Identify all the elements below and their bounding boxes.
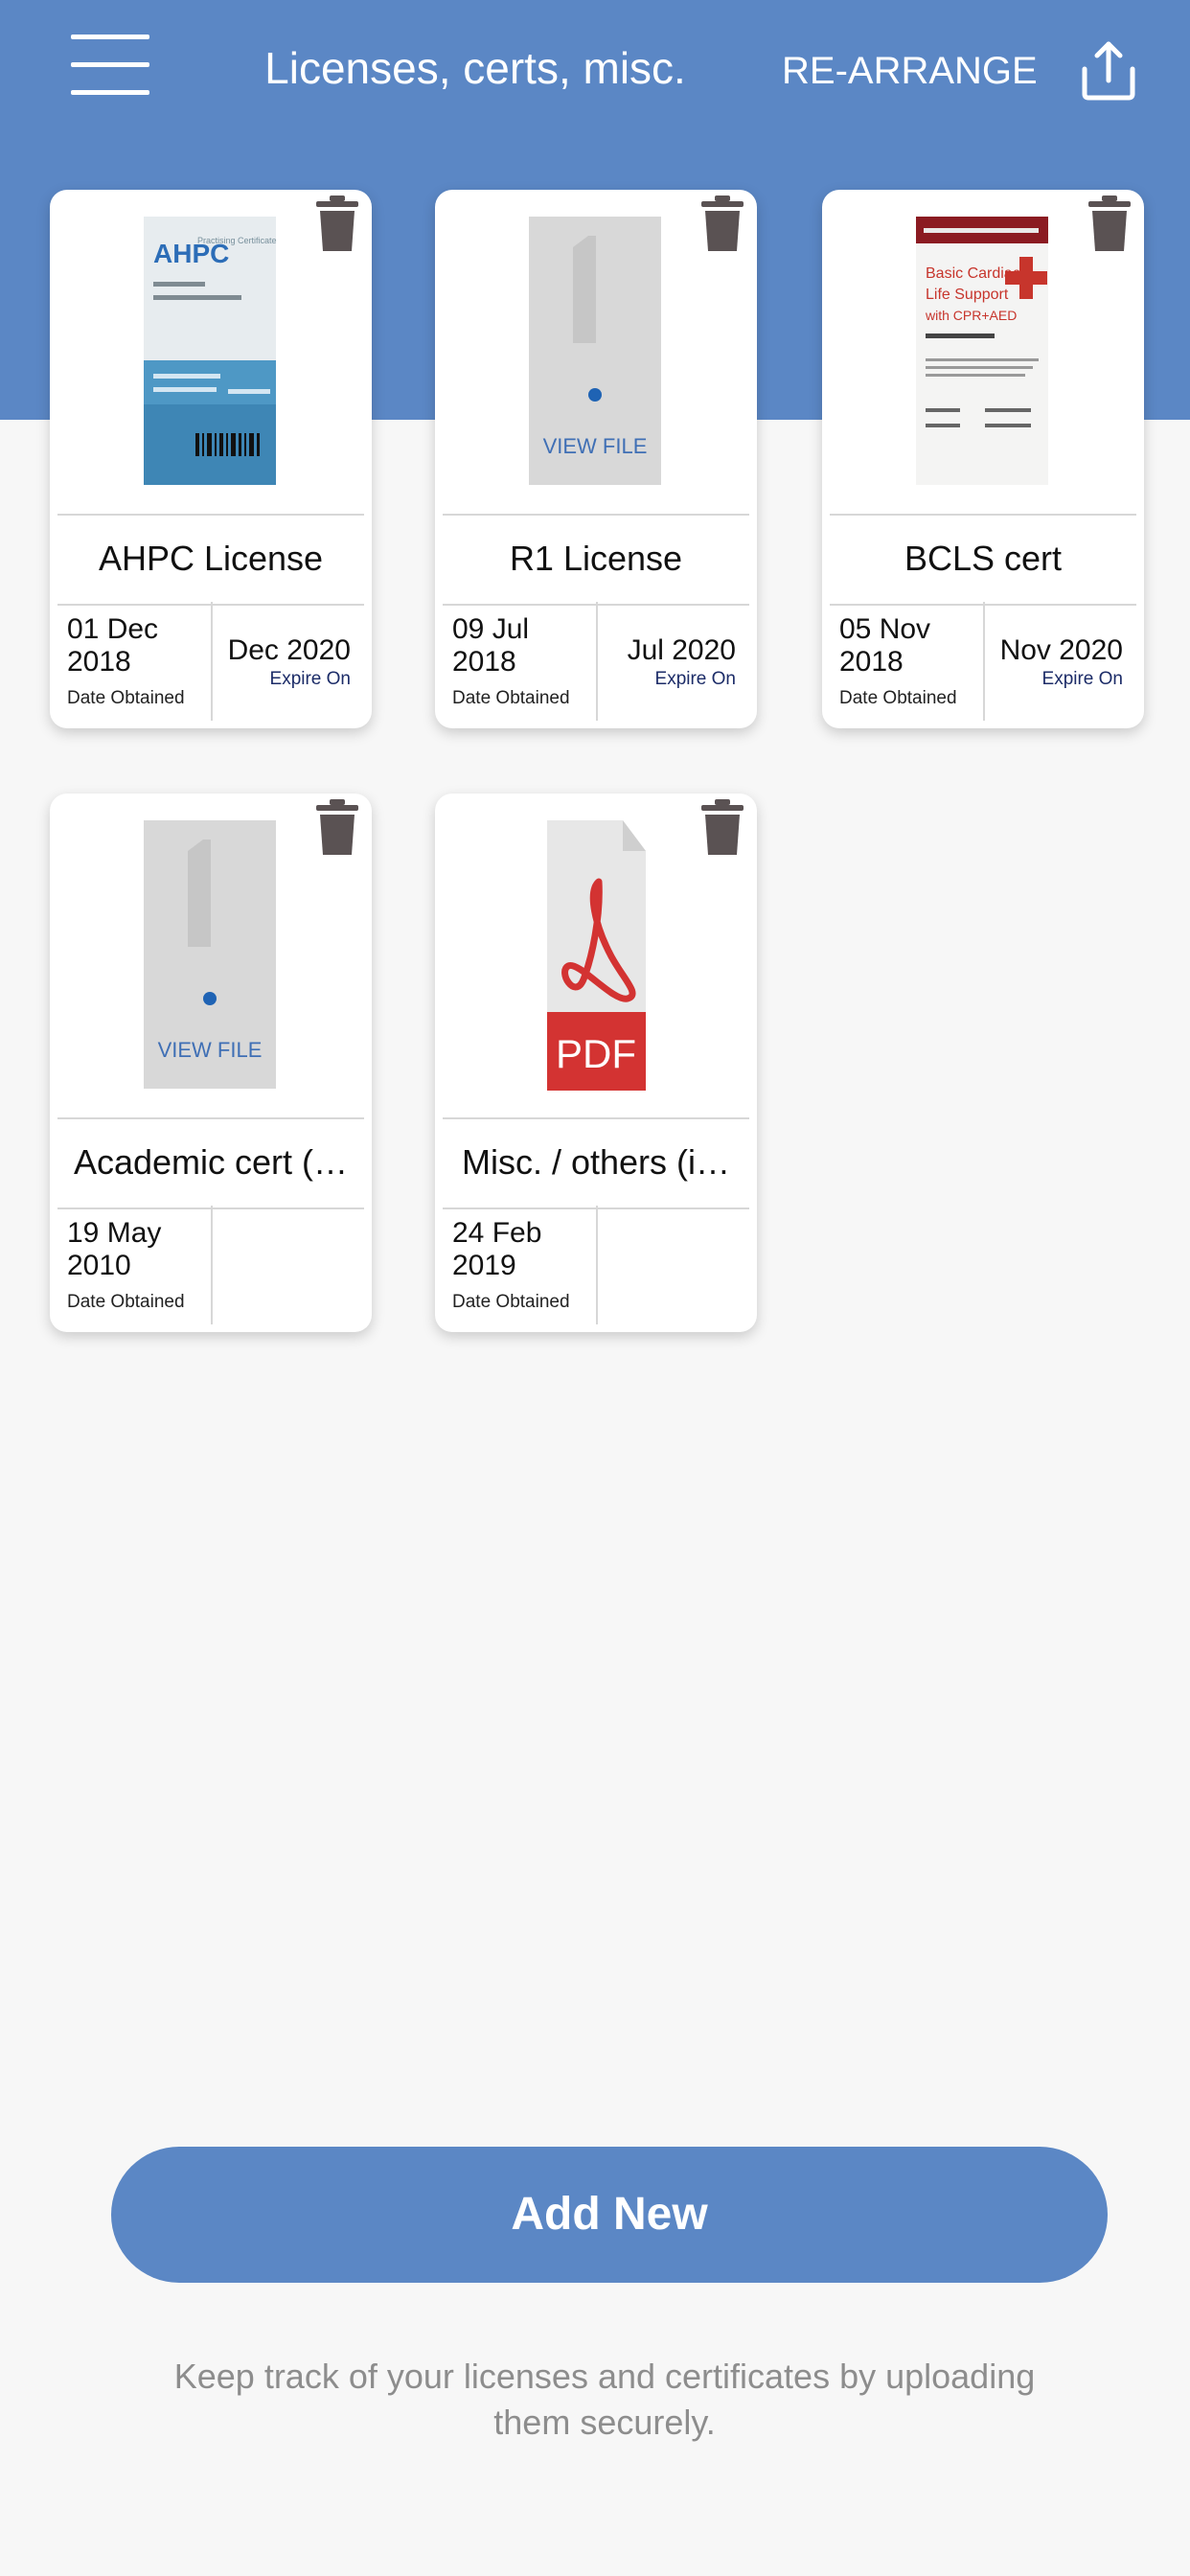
trash-icon[interactable] (701, 196, 744, 251)
date-obtained-section: 05 Nov 2018 Date Obtained (822, 602, 983, 721)
card-divider (57, 1117, 364, 1119)
date-obtained-label: Date Obtained (839, 688, 957, 708)
date-obtained-value: 24 Feb 2019 (452, 1217, 542, 1281)
footer-helper-text: Keep track of your licenses and certific… (173, 2357, 1036, 2442)
trash-icon[interactable] (316, 196, 358, 251)
card-title: AHPC License (98, 539, 324, 578)
date-obtained-label: Date Obtained (452, 688, 570, 708)
date-obtained-value: 19 May 2010 (67, 1217, 162, 1281)
card-divider (443, 514, 749, 516)
share-upload-icon[interactable] (1073, 34, 1144, 105)
card-divider (830, 514, 1136, 516)
license-card[interactable]: Basic Cardiac Life Support with CPR+AED … (822, 190, 1144, 728)
card-divider (57, 514, 364, 516)
expire-label: Expire On (654, 669, 736, 689)
add-new-button[interactable]: Add New (111, 2147, 1108, 2283)
card-title: Misc. / others (i… (461, 1142, 731, 1182)
expire-value: Nov 2020 (999, 634, 1123, 666)
date-obtained-section: 24 Feb 2019 Date Obtained (435, 1206, 596, 1324)
expire-label: Expire On (1041, 669, 1123, 689)
thumb-certificate-text: Practising Certificate (197, 236, 277, 245)
date-obtained-value: 01 Dec 2018 (67, 613, 159, 678)
card-title: R1 License (509, 539, 683, 578)
expire-section: Nov 2020 Expire On (983, 602, 1144, 721)
license-card[interactable]: VIEW FILE Academic cert (… 19 May 2010 D… (50, 794, 372, 1332)
trash-icon[interactable] (316, 799, 358, 855)
license-card[interactable]: PDF Misc. / others (i… 24 Feb 2019 Date … (435, 794, 757, 1332)
expire-value: Dec 2020 (227, 634, 351, 666)
date-obtained-label: Date Obtained (67, 1292, 185, 1312)
view-file-label: VIEW FILE (543, 434, 648, 458)
pdf-label: PDF (556, 1031, 636, 1076)
view-file-label: VIEW FILE (158, 1038, 263, 1062)
date-obtained-section: 09 Jul 2018 Date Obtained (435, 602, 596, 721)
expire-label: Expire On (269, 669, 351, 689)
date-obtained-value: 05 Nov 2018 (839, 613, 931, 678)
card-title: BCLS cert (904, 539, 1063, 578)
expire-section (211, 1206, 372, 1324)
rearrange-button[interactable]: RE-ARRANGE (782, 42, 1046, 100)
date-obtained-value: 09 Jul 2018 (452, 613, 530, 678)
date-obtained-label: Date Obtained (452, 1292, 570, 1312)
expire-section: Jul 2020 Expire On (596, 602, 757, 721)
page-title: Licenses, certs, misc. (264, 43, 686, 93)
expire-value: Jul 2020 (627, 634, 736, 666)
license-card[interactable]: VIEW FILE R1 License 09 Jul 2018 Date Ob… (435, 190, 757, 728)
hamburger-menu-icon[interactable] (71, 34, 149, 96)
trash-icon[interactable] (701, 799, 744, 855)
thumb-bcls-line2: Life Support (926, 287, 1009, 303)
date-obtained-section: 01 Dec 2018 Date Obtained (50, 602, 211, 721)
date-obtained-section: 19 May 2010 Date Obtained (50, 1206, 211, 1324)
card-divider (443, 1117, 749, 1119)
card-title: Academic cert (… (73, 1142, 349, 1182)
thumb-bcls-line3: with CPR+AED (925, 308, 1017, 323)
date-obtained-label: Date Obtained (67, 688, 185, 708)
expire-section (596, 1206, 757, 1324)
trash-icon[interactable] (1088, 196, 1131, 251)
license-card[interactable]: AHPC Practising Certificate AHPC License… (50, 190, 372, 728)
expire-section: Dec 2020 Expire On (211, 602, 372, 721)
